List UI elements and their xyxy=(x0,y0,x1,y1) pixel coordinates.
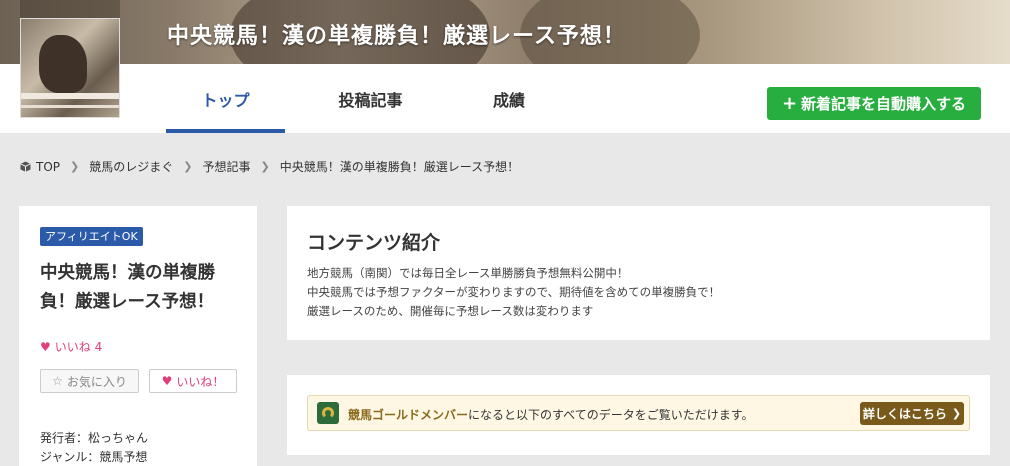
like-label: いいね！ xyxy=(176,374,225,389)
like-count: ♥ いいね 4 xyxy=(40,338,102,355)
page-title: 中央競馬！漢の単複勝負！厳選レース予想！ xyxy=(167,24,626,49)
rail-image xyxy=(21,93,119,99)
star-icon: ☆ xyxy=(52,374,63,388)
header-banner: 中央競馬！漢の単複勝負！厳選レース予想！ xyxy=(0,0,1010,64)
chevron-right-icon: ❯ xyxy=(951,407,962,420)
breadcrumb-item-current: 中央競馬！漢の単複勝負！厳選レース予想！ xyxy=(279,160,520,174)
favorite-button[interactable]: ☆ お気に入り xyxy=(40,369,139,393)
heart-icon: ♥ xyxy=(161,374,173,388)
breadcrumb-item-keiba[interactable]: 競馬のレジまぐ xyxy=(89,158,173,175)
breadcrumb-item-top[interactable]: TOP xyxy=(36,160,60,174)
magazine-title: 中央競馬！漢の単複勝負！厳選レース予想！ xyxy=(40,263,215,312)
tab-bar: トップ 投稿記事 成績 xyxy=(166,64,550,133)
breadcrumb: TOP ❯ 競馬のレジまぐ ❯ 予想記事 ❯ 中央競馬！漢の単複勝負！厳選レース… xyxy=(20,158,519,175)
gold-member-text: 競馬ゴールドメンバーになると以下のすべてのデータをご覧いただけます。 xyxy=(348,406,754,423)
breadcrumb-item-yoso[interactable]: 予想記事 xyxy=(202,158,250,175)
favorite-label: お気に入り xyxy=(66,374,127,389)
magazine-card: アフィリエイトOK 中央競馬！漢の単複勝負！厳選レース予想！ ♥ いいね 4 ☆… xyxy=(19,206,257,466)
content-intro-card: コンテンツ紹介 地方競馬（南関）では毎日全レース単勝勝負予想無料公開中！ 中央競… xyxy=(287,206,990,340)
chevron-right-icon: ❯ xyxy=(70,160,80,173)
plus-icon: + xyxy=(781,92,798,114)
horse-image xyxy=(39,35,87,93)
intro-line: 中央競馬では予想ファクターが変わりますので、期待値を含めての単複勝負で！ xyxy=(307,285,721,299)
publisher: 発行者：松っちゃん xyxy=(40,431,149,445)
heart-icon: ♥ xyxy=(40,339,51,354)
tab-results[interactable]: 成績 xyxy=(468,64,550,133)
details-label: 詳しくはこちら xyxy=(862,407,947,421)
horseshoe-icon xyxy=(317,402,339,424)
like-button[interactable]: ♥ いいね！ xyxy=(149,369,237,393)
tab-posts[interactable]: 投稿記事 xyxy=(311,64,430,133)
intro-heading: コンテンツ紹介 xyxy=(307,232,441,254)
chevron-right-icon: ❯ xyxy=(183,160,193,173)
intro-line: 厳選レースのため、開催毎に予想レース数は変わります xyxy=(307,304,594,318)
tab-top[interactable]: トップ xyxy=(166,64,285,133)
gold-member-bar: 競馬ゴールドメンバーになると以下のすべてのデータをご覧いただけます。 詳しくはこ… xyxy=(307,395,970,431)
gold-member-suffix: になると以下のすべてのデータをご覧いただけます。 xyxy=(468,408,754,422)
auto-buy-button[interactable]: + 新着記事を自動購入する xyxy=(767,87,981,120)
auto-buy-label: 新着記事を自動購入する xyxy=(801,95,967,113)
like-count-text: いいね 4 xyxy=(54,340,103,354)
intro-line: 地方競馬（南関）では毎日全レース単勝勝負予想無料公開中！ xyxy=(307,266,629,280)
gold-member-card: 競馬ゴールドメンバーになると以下のすべてのデータをご覧いただけます。 詳しくはこ… xyxy=(287,375,990,455)
affiliate-badge: アフィリエイトOK xyxy=(40,227,143,246)
gold-member-name: 競馬ゴールドメンバー xyxy=(348,408,469,422)
chevron-right-icon: ❯ xyxy=(260,160,270,173)
cube-icon xyxy=(20,161,31,172)
rail-image xyxy=(21,105,119,108)
avatar[interactable] xyxy=(20,18,120,118)
details-button[interactable]: 詳しくはこちら ❯ xyxy=(860,402,964,425)
